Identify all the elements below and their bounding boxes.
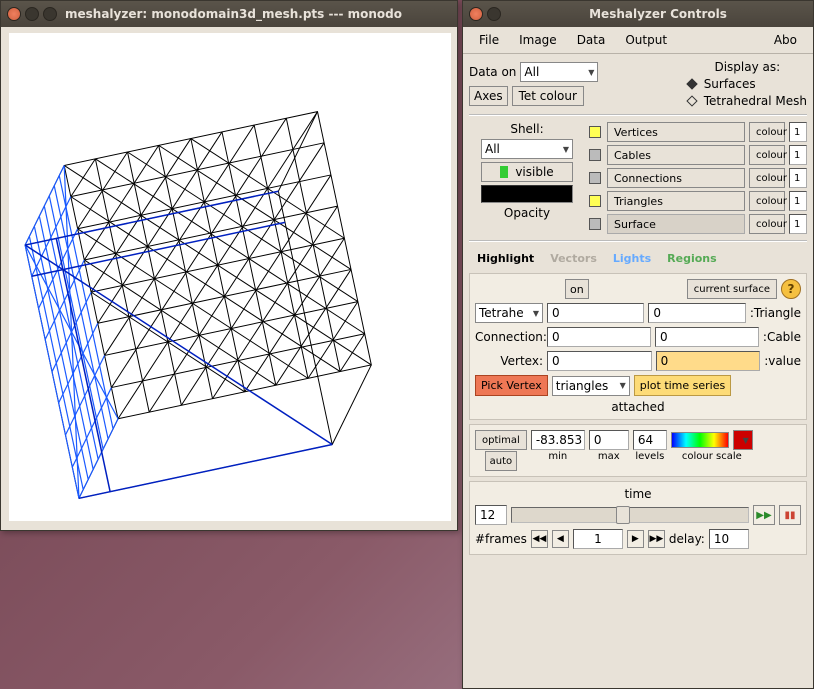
frames-first-icon[interactable]: ◀◀ xyxy=(531,530,548,548)
play-icon[interactable]: ▶▶ xyxy=(753,505,775,525)
vertices-colour-button[interactable]: colour xyxy=(749,122,785,142)
tab-lights[interactable]: Lights xyxy=(605,248,659,269)
connections-value-input[interactable]: 1 xyxy=(789,168,807,188)
connections-colour-button[interactable]: colour xyxy=(749,168,785,188)
cables-value-input[interactable]: 1 xyxy=(789,145,807,165)
diamond-filled-icon xyxy=(686,78,697,89)
time-input[interactable]: 12 xyxy=(475,505,507,525)
controls-title: Meshalyzer Controls xyxy=(509,7,807,21)
connection-input[interactable]: 0 xyxy=(547,327,651,347)
tet-colour-button[interactable]: Tet colour xyxy=(512,86,584,106)
vertices-toggle[interactable]: Vertices xyxy=(607,122,745,142)
time-label: time xyxy=(624,487,651,501)
value-input[interactable]: 0 xyxy=(656,351,761,371)
menu-file[interactable]: File xyxy=(469,30,509,50)
vertices-value-input[interactable]: 1 xyxy=(789,122,807,142)
max-label: max xyxy=(598,451,620,462)
value-label: :value xyxy=(764,354,801,368)
cable-label: :Cable xyxy=(763,330,801,344)
cables-colour-button[interactable]: colour xyxy=(749,145,785,165)
maximize-icon[interactable] xyxy=(43,7,57,21)
frames-input[interactable]: 1 xyxy=(573,529,623,549)
current-surface-button[interactable]: current surface xyxy=(687,279,777,299)
close-icon[interactable] xyxy=(7,7,21,21)
shell-select[interactable]: All xyxy=(481,139,573,159)
frames-label: #frames xyxy=(475,532,527,546)
attached-label: attached xyxy=(611,400,664,414)
display-tetmesh[interactable]: Tetrahedral Mesh xyxy=(688,94,807,108)
connection-label: Connection: xyxy=(475,330,543,344)
triangle-input[interactable]: 0 xyxy=(648,303,745,323)
tab-regions[interactable]: Regions xyxy=(659,248,725,269)
optimal-button[interactable]: optimal xyxy=(475,430,527,450)
surface-colour-button[interactable]: colour xyxy=(749,214,785,234)
data-on-select[interactable]: All xyxy=(520,62,598,82)
triangles-value-input[interactable]: 1 xyxy=(789,191,807,211)
plot-time-series-button[interactable]: plot time series xyxy=(634,375,732,396)
minimize-icon[interactable] xyxy=(25,7,39,21)
min-label: min xyxy=(548,451,567,462)
attached-select[interactable]: triangles xyxy=(552,376,630,396)
shell-label: Shell: xyxy=(510,122,543,136)
data-on-label: Data on xyxy=(469,65,516,79)
delay-label: delay: xyxy=(669,532,705,546)
pause-icon[interactable]: ▮▮ xyxy=(779,505,801,525)
opacity-label: Opacity xyxy=(504,206,550,220)
axes-toggle[interactable]: Axes xyxy=(469,86,508,106)
swatch-icon xyxy=(589,195,601,207)
triangles-colour-button[interactable]: colour xyxy=(749,191,785,211)
frames-last-icon[interactable]: ▶▶ xyxy=(648,530,665,548)
frames-next-icon[interactable]: ▶ xyxy=(627,530,644,548)
frames-prev-icon[interactable]: ◀ xyxy=(552,530,569,548)
tet-input[interactable]: 0 xyxy=(547,303,644,323)
pick-vertex-button[interactable]: Pick Vertex xyxy=(475,375,548,396)
delay-input[interactable]: 10 xyxy=(709,529,749,549)
max-input[interactable]: 0 xyxy=(589,430,629,450)
minimize-icon[interactable] xyxy=(487,7,501,21)
triangles-toggle[interactable]: Triangles xyxy=(607,191,745,211)
display-surfaces[interactable]: Surfaces xyxy=(688,77,756,91)
menu-image[interactable]: Image xyxy=(509,30,567,50)
help-icon[interactable]: ? xyxy=(781,279,801,299)
min-input[interactable]: -83.853 xyxy=(531,430,585,450)
swatch-icon xyxy=(589,149,601,161)
connections-toggle[interactable]: Connections xyxy=(607,168,745,188)
diamond-icon xyxy=(686,95,697,106)
tetrahedron-select[interactable]: Tetrahe xyxy=(475,303,543,323)
menu-data[interactable]: Data xyxy=(567,30,616,50)
colour-scale-label: colour scale xyxy=(682,451,742,462)
surface-value-input[interactable]: 1 xyxy=(789,214,807,234)
cables-toggle[interactable]: Cables xyxy=(607,145,745,165)
swatch-icon xyxy=(589,218,601,230)
menu-output[interactable]: Output xyxy=(615,30,677,50)
colourbar-icon xyxy=(671,432,729,448)
opacity-slider[interactable] xyxy=(481,185,573,203)
led-icon xyxy=(500,166,508,178)
cable-input[interactable]: 0 xyxy=(655,327,759,347)
viewport-title: meshalyzer: monodomain3d_mesh.pts --- mo… xyxy=(65,7,402,21)
time-slider[interactable] xyxy=(511,507,749,523)
levels-label: levels xyxy=(635,451,664,462)
auto-toggle[interactable]: auto xyxy=(485,451,518,471)
mesh-render[interactable] xyxy=(9,33,451,521)
tab-vectors[interactable]: Vectors xyxy=(542,248,605,269)
display-as-label: Display as: xyxy=(714,60,780,74)
surface-toggle[interactable]: Surface xyxy=(607,214,745,234)
tab-highlight[interactable]: Highlight xyxy=(469,248,542,269)
swatch-icon xyxy=(589,126,601,138)
highlight-on-toggle[interactable]: on xyxy=(565,279,589,299)
swatch-icon xyxy=(589,172,601,184)
levels-input[interactable]: 64 xyxy=(633,430,667,450)
vertex-label: Vertex: xyxy=(475,354,543,368)
visible-button[interactable]: visible xyxy=(481,162,573,182)
vertex-input[interactable]: 0 xyxy=(547,351,652,371)
close-icon[interactable] xyxy=(469,7,483,21)
triangle-label: :Triangle xyxy=(750,306,801,320)
colour-scale-select[interactable] xyxy=(733,430,753,450)
menu-about[interactable]: Abo xyxy=(764,30,807,50)
